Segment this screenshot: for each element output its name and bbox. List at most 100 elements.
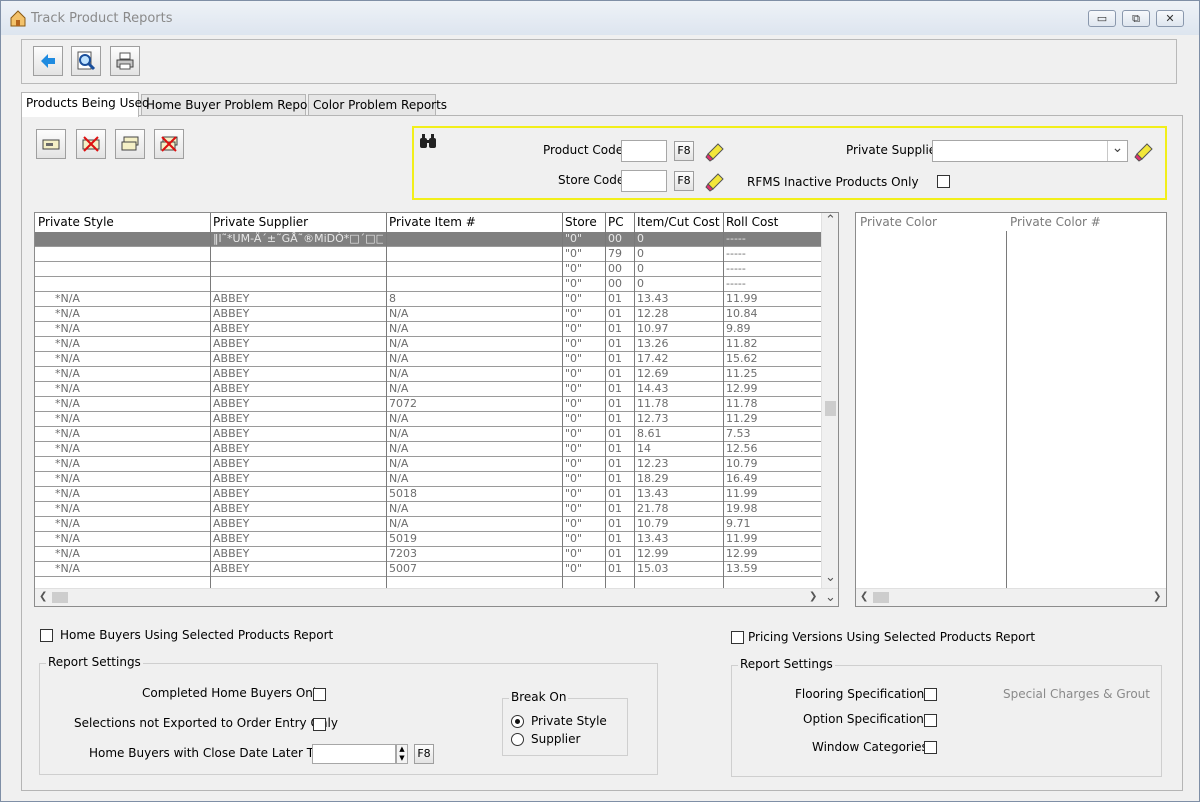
table-cell: 01: [608, 322, 622, 335]
close-date-input[interactable]: [312, 744, 396, 764]
report-settings-title: Report Settings: [738, 657, 835, 671]
chevron-down-icon[interactable]: ⌄: [1107, 141, 1127, 161]
colors-horizontal-scrollbar[interactable]: ❮ ❯: [856, 588, 1166, 606]
table-row[interactable]: "0" 79 0 -----: [35, 247, 822, 262]
preview-button[interactable]: [71, 46, 101, 76]
remove-product-button[interactable]: [76, 129, 106, 159]
minimize-button[interactable]: ▭: [1088, 10, 1116, 27]
col-store[interactable]: Store: [565, 215, 597, 229]
col-divider: [723, 213, 724, 588]
table-cell: "0": [565, 337, 583, 350]
supplier-radio[interactable]: [511, 733, 524, 746]
close-button[interactable]: ✕: [1156, 10, 1184, 27]
remove-all-button[interactable]: [154, 129, 184, 159]
clear-product-code-eraser-icon[interactable]: [704, 140, 726, 162]
scroll-up-icon[interactable]: ⌃: [825, 213, 836, 228]
table-row[interactable]: *N/A ABBEY 8 "0" 01 13.43 11.99: [35, 292, 822, 307]
scroll-left-icon[interactable]: ❮: [860, 591, 868, 602]
table-row[interactable]: "0" 00 0 -----: [35, 262, 822, 277]
col-roll-cost[interactable]: Roll Cost: [726, 215, 778, 229]
col-pc[interactable]: PC: [608, 215, 624, 229]
table-cell: *N/A: [55, 457, 80, 470]
restore-button[interactable]: ⧉: [1122, 10, 1150, 27]
title-bar: Track Product Reports ▭ ⧉ ✕: [1, 1, 1199, 35]
table-row[interactable]: *N/A ABBEY N/A "0" 01 12.73 11.29: [35, 412, 822, 427]
table-row[interactable]: *N/A ABBEY 7203 "0" 01 12.99 12.99: [35, 547, 822, 562]
table-row[interactable]: *N/A ABBEY N/A "0" 01 17.42 15.62: [35, 352, 822, 367]
product-code-input[interactable]: [621, 140, 667, 162]
table-row[interactable]: *N/A ABBEY N/A "0" 01 12.28 10.84: [35, 307, 822, 322]
grid-horizontal-scrollbar[interactable]: ❮ ❯ ⌄: [35, 588, 838, 606]
add-all-button[interactable]: [115, 129, 145, 159]
flooring-specifications-label: Flooring Specifications: [795, 687, 931, 701]
flooring-specifications-checkbox[interactable]: [924, 688, 937, 701]
tab-products-being-used[interactable]: Products Being Used: [21, 92, 150, 117]
table-cell: N/A: [389, 352, 409, 365]
col-private-item[interactable]: Private Item #: [389, 215, 476, 229]
print-button[interactable]: [110, 46, 140, 76]
close-date-spinner[interactable]: ▲ ▼: [396, 744, 408, 764]
private-supplier-dropdown[interactable]: ⌄: [932, 140, 1128, 162]
table-row[interactable]: *N/A ABBEY N/A "0" 01 12.23 10.79: [35, 457, 822, 472]
table-row[interactable]: *N/A ABBEY N/A "0" 01 14.43 12.99: [35, 382, 822, 397]
pricing-versions-report-checkbox[interactable]: [731, 631, 744, 644]
table-row[interactable]: *N/A ABBEY 7072 "0" 01 11.78 11.78: [35, 397, 822, 412]
table-row[interactable]: *N/A ABBEY N/A "0" 01 21.78 19.98: [35, 502, 822, 517]
store-code-f8-button[interactable]: F8: [674, 171, 694, 191]
table-row[interactable]: "0" 00 0 -----: [35, 277, 822, 292]
scroll-thumb[interactable]: [52, 592, 68, 603]
scroll-thumb[interactable]: [873, 592, 889, 603]
grid-vertical-scrollbar[interactable]: ⌃ ⌄: [821, 213, 838, 588]
option-specifications-checkbox[interactable]: [924, 714, 937, 727]
back-button[interactable]: [33, 46, 63, 76]
clear-supplier-eraser-icon[interactable]: [1133, 140, 1155, 162]
add-product-button[interactable]: [36, 129, 66, 159]
col-item-cut-cost[interactable]: Item/Cut Cost: [637, 215, 720, 229]
product-code-f8-button[interactable]: F8: [674, 141, 694, 161]
table-row[interactable]: *N/A ABBEY N/A "0" 01 13.26 11.82: [35, 337, 822, 352]
table-cell: 5019: [389, 532, 417, 545]
window-categories-checkbox[interactable]: [924, 741, 937, 754]
store-code-input[interactable]: [621, 170, 667, 192]
table-cell: 79: [608, 247, 622, 260]
table-cell: 01: [608, 352, 622, 365]
private-style-radio[interactable]: [511, 715, 524, 728]
scroll-right-icon[interactable]: ❯: [809, 591, 817, 602]
table-row[interactable]: ‖l˜*UM-Ä´±˜GÅ˜®MiDÒ*□´□□□ö"0"000-----: [35, 232, 822, 247]
close-date-f8-button[interactable]: F8: [414, 744, 434, 764]
table-row[interactable]: *N/A ABBEY N/A "0" 01 10.97 9.89: [35, 322, 822, 337]
home-buyers-report-checkbox[interactable]: [40, 629, 53, 642]
scroll-right-icon[interactable]: ❯: [1153, 591, 1161, 602]
table-row[interactable]: *N/A ABBEY N/A "0" 01 18.29 16.49: [35, 472, 822, 487]
completed-home-buyers-checkbox[interactable]: [313, 688, 326, 701]
table-row[interactable]: *N/A ABBEY N/A "0" 01 14 12.56: [35, 442, 822, 457]
table-row[interactable]: *N/A ABBEY N/A "0" 01 12.69 11.25: [35, 367, 822, 382]
col-private-supplier[interactable]: Private Supplier: [213, 215, 308, 229]
table-cell: 01: [608, 532, 622, 545]
table-cell: ABBEY: [213, 547, 250, 560]
inactive-products-checkbox[interactable]: [937, 175, 950, 188]
inactive-products-label: RFMS Inactive Products Only: [747, 175, 919, 189]
close-date-label: Home Buyers with Close Date Later Than: [89, 746, 337, 760]
table-row[interactable]: *N/A ABBEY N/A "0" 01 10.79 9.71: [35, 517, 822, 532]
table-cell: 13.59: [726, 562, 758, 575]
table-cell: 16.49: [726, 472, 758, 485]
clear-store-code-eraser-icon[interactable]: [704, 170, 726, 192]
col-private-color-number[interactable]: Private Color #: [1010, 215, 1101, 229]
tab-color-problem-reports[interactable]: Color Problem Reports: [308, 94, 447, 116]
scroll-down-icon[interactable]: ⌄: [825, 590, 836, 605]
tab-home-buyer-problem-reports[interactable]: Home Buyer Problem Reports: [141, 94, 323, 116]
not-exported-checkbox[interactable]: [313, 718, 326, 731]
scroll-down-icon[interactable]: ⌄: [825, 570, 836, 585]
col-private-color[interactable]: Private Color: [860, 215, 937, 229]
scroll-thumb[interactable]: [825, 401, 836, 416]
table-row[interactable]: *N/A ABBEY N/A "0" 01 8.61 7.53: [35, 427, 822, 442]
table-cell: ABBEY: [213, 382, 250, 395]
not-exported-label: Selections not Exported to Order Entry O…: [74, 716, 338, 730]
table-row[interactable]: *N/A ABBEY 5019 "0" 01 13.43 11.99: [35, 532, 822, 547]
table-row[interactable]: *N/A ABBEY 5007 "0" 01 15.03 13.59: [35, 562, 822, 577]
col-private-style[interactable]: Private Style: [38, 215, 114, 229]
table-row[interactable]: *N/A ABBEY 5018 "0" 01 13.43 11.99: [35, 487, 822, 502]
scroll-left-icon[interactable]: ❮: [39, 591, 47, 602]
table-cell: 12.99: [726, 382, 758, 395]
